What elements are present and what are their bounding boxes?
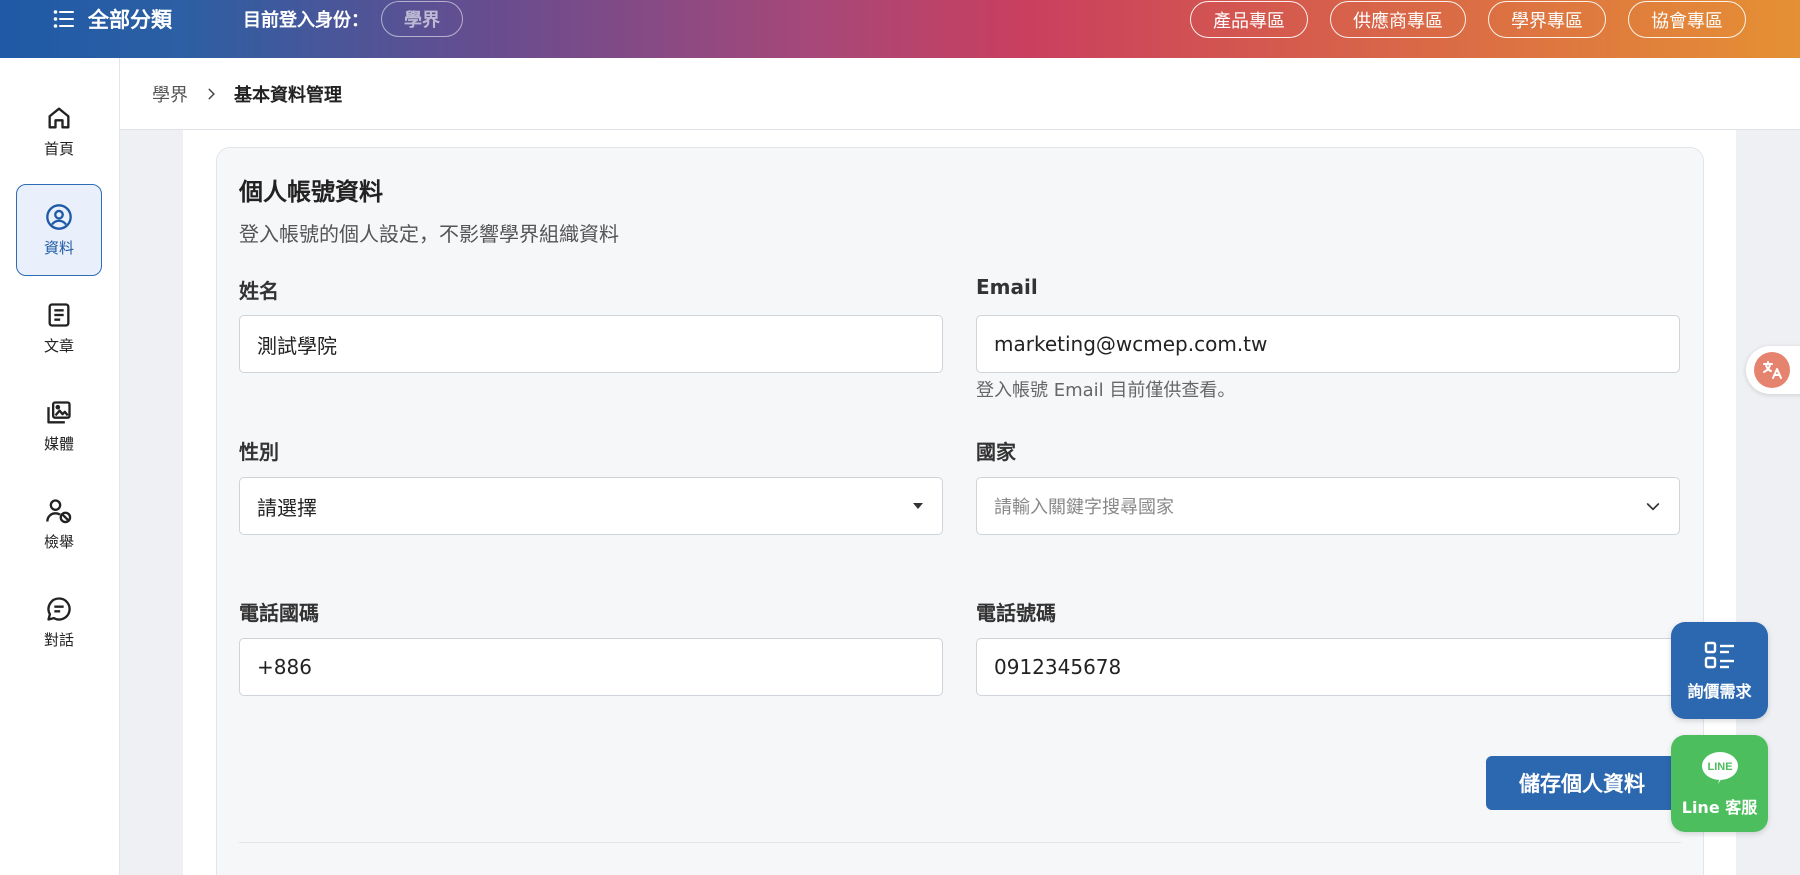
phone-field[interactable]: 0912345678 — [976, 638, 1680, 696]
chevron-down-icon — [1645, 498, 1661, 514]
sidebar-item-report[interactable]: 檢舉 — [16, 478, 102, 570]
section-title: 個人帳號資料 — [239, 178, 383, 206]
name-label: 姓名 — [239, 279, 279, 303]
phone-code-label: 電話國碼 — [239, 601, 319, 625]
sidebar-item-home[interactable]: 首頁 — [16, 85, 102, 177]
country-placeholder: 請輸入關鍵字搜尋國家 — [994, 497, 1174, 518]
top-nav: 產品專區 供應商專區 學界專區 協會專區 — [1190, 1, 1746, 38]
chat-icon — [47, 596, 71, 621]
name-value: 測試學院 — [257, 333, 337, 358]
country-label: 國家 — [976, 440, 1016, 464]
name-field[interactable]: 測試學院 — [239, 315, 943, 373]
nav-associations[interactable]: 協會專區 — [1628, 1, 1746, 38]
sidebar-item-profile[interactable]: 資料 — [16, 184, 102, 276]
sidebar-item-label: 資料 — [43, 238, 74, 257]
sidebar-item-label: 對話 — [43, 630, 74, 649]
chevron-right-icon — [204, 87, 218, 101]
email-helper-text: 登入帳號 Email 目前僅供查看。 — [976, 380, 1236, 401]
identity-indicator: 目前登入身份： 學界 — [243, 1, 463, 37]
nav-suppliers[interactable]: 供應商專區 — [1330, 1, 1466, 38]
phone-value: 0912345678 — [994, 655, 1122, 679]
line-support-label: Line 客服 — [1681, 797, 1758, 817]
email-field[interactable]: marketing@wcmep.com.tw — [976, 315, 1680, 373]
breadcrumb: 學界 基本資料管理 — [120, 58, 1800, 130]
quote-request-button[interactable]: 詢價需求 — [1671, 622, 1768, 719]
identity-label: 目前登入身份： — [243, 10, 369, 31]
all-categories-button[interactable]: 全部分類 — [52, 2, 172, 36]
country-search-select[interactable]: 請輸入關鍵字搜尋國家 — [976, 477, 1680, 535]
sidebar-item-label: 媒體 — [43, 434, 74, 453]
sidebar-item-label: 文章 — [43, 336, 74, 355]
sidebar-item-label: 首頁 — [43, 139, 74, 158]
top-bar: 全部分類 目前登入身份： 學界 產品專區 供應商專區 學界專區 協會專區 — [0, 0, 1800, 58]
section-divider — [239, 842, 1681, 843]
sidebar-item-articles[interactable]: 文章 — [16, 282, 102, 374]
left-sidebar: 首頁 資料 文章 媒體 檢舉 對話 — [0, 58, 120, 875]
list-icon — [1704, 641, 1734, 668]
nav-academia[interactable]: 學界專區 — [1488, 1, 1606, 38]
line-logo-icon: LINE — [1701, 751, 1738, 784]
phone-code-field[interactable]: +886 — [239, 638, 943, 696]
section-subtitle: 登入帳號的個人設定，不影響學界組織資料 — [239, 222, 619, 246]
svg-text:LINE: LINE — [1707, 761, 1732, 773]
sidebar-item-label: 檢舉 — [43, 532, 74, 551]
breadcrumb-root[interactable]: 學界 — [152, 81, 188, 107]
translate-icon — [1754, 352, 1790, 388]
breadcrumb-current: 基本資料管理 — [234, 84, 342, 106]
sidebar-item-chat[interactable]: 對話 — [16, 576, 102, 668]
user-circle-icon — [46, 203, 72, 230]
media-icon — [47, 400, 71, 423]
quote-request-label: 詢價需求 — [1687, 681, 1752, 701]
document-icon — [48, 302, 70, 327]
gender-select[interactable]: 請選擇 — [239, 477, 943, 535]
nav-products[interactable]: 產品專區 — [1190, 1, 1308, 38]
translate-button[interactable] — [1746, 346, 1800, 394]
report-user-icon — [46, 498, 72, 523]
gender-label: 性別 — [239, 440, 279, 464]
email-value: marketing@wcmep.com.tw — [994, 332, 1268, 356]
gender-value: 請選擇 — [257, 495, 317, 520]
list-menu-icon — [53, 10, 74, 28]
identity-badge: 學界 — [381, 1, 463, 37]
home-icon — [48, 107, 70, 128]
caret-down-icon — [912, 502, 924, 510]
email-label: Email — [976, 275, 1038, 299]
phone-label: 電話號碼 — [976, 601, 1056, 625]
line-support-button[interactable]: LINE Line 客服 — [1671, 735, 1768, 832]
all-categories-label: 全部分類 — [88, 8, 172, 32]
sidebar-item-media[interactable]: 媒體 — [16, 380, 102, 472]
phone-code-value: +886 — [257, 655, 312, 679]
save-profile-button[interactable]: 儲存個人資料 — [1486, 756, 1678, 810]
